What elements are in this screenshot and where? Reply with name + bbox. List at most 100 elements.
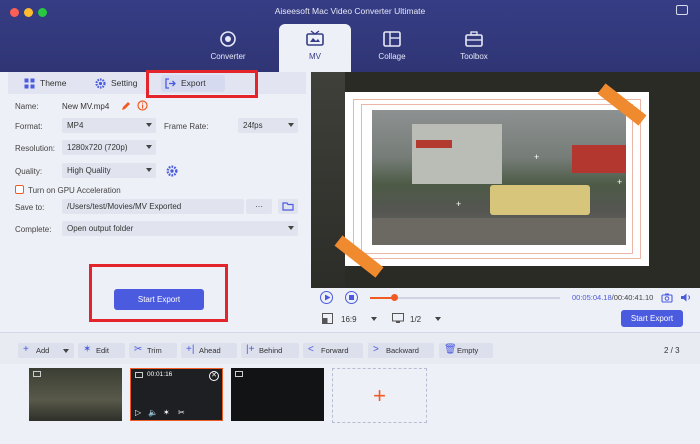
edit-name-icon[interactable] (121, 101, 131, 111)
add-clip-button[interactable]: + (332, 368, 427, 423)
forward-label: Forward (321, 346, 349, 355)
clip-thumbnail-selected[interactable]: 00:01:16 ✕ ▷ 🔈 ✶ ✂ (130, 368, 223, 421)
tab-collage[interactable]: Collage (356, 24, 428, 72)
add-button[interactable]: + Add (18, 343, 74, 358)
behind-button[interactable]: |+ Behind (241, 343, 299, 358)
stop-icon (349, 295, 354, 300)
trim-label: Trim (147, 346, 162, 355)
save-to-path-field[interactable]: /Users/test/Movies/MV Exported (62, 199, 244, 214)
format-value: MP4 (67, 121, 84, 130)
forward-button[interactable]: < Forward (303, 343, 363, 358)
preview-video-frame (372, 110, 626, 245)
time-readout: 00:05:04.18/00:40:41.10 (572, 293, 653, 302)
window-title: Aiseesoft Mac Video Converter Ultimate (274, 6, 426, 16)
preview-start-export-button[interactable]: Start Export (621, 310, 683, 327)
resolution-select[interactable]: 1280x720 (720p) (62, 140, 156, 155)
save-to-path-value: /Users/test/Movies/MV Exported (67, 202, 182, 211)
chevron-down-icon (63, 349, 69, 353)
start-export-highlight (89, 264, 228, 322)
aspect-ratio-dropdown[interactable] (366, 312, 378, 327)
trim-button[interactable]: ✂ Trim (129, 343, 177, 358)
remove-clip-icon[interactable]: ✕ (209, 371, 219, 381)
theme-icon (24, 78, 35, 89)
trash-icon: 🗑 (444, 344, 457, 355)
top-nav-bar: Aiseesoft Mac Video Converter Ultimate C… (0, 0, 700, 72)
edit-button[interactable]: ✶ Edit (78, 343, 125, 358)
plus-sparkle-icon: + (534, 152, 540, 162)
empty-label: Empty (457, 346, 479, 355)
aspect-ratio-value[interactable]: 16:9 (341, 315, 357, 324)
tab-setting-label: Setting (111, 78, 138, 88)
quality-select[interactable]: High Quality (62, 163, 156, 178)
info-icon[interactable] (137, 100, 148, 111)
add-ahead-icon: +| (186, 344, 195, 355)
clip-edit-icon[interactable]: ✶ (163, 408, 170, 417)
stop-button[interactable] (345, 291, 358, 304)
format-label: Format: (15, 122, 43, 131)
monitor-icon (392, 313, 404, 323)
clip-duration: 00:01:16 (147, 371, 173, 378)
chevron-down-icon (435, 317, 441, 321)
yellow-car-shape (490, 185, 590, 215)
tab-setting[interactable]: Setting (91, 75, 151, 92)
tab-mv[interactable]: MV (279, 24, 351, 72)
progress-track[interactable] (370, 297, 560, 299)
behind-label: Behind (259, 346, 283, 355)
backward-label: Backward (386, 346, 419, 355)
split-dropdown[interactable] (430, 312, 442, 327)
clip-volume-icon[interactable]: 🔈 (148, 408, 158, 417)
play-icon (325, 294, 331, 301)
road-shape (372, 218, 626, 245)
name-label: Name: (15, 102, 39, 111)
backward-button[interactable]: > Backward (368, 343, 434, 358)
app-window: Aiseesoft Mac Video Converter Ultimate C… (0, 0, 700, 444)
chevron-down-icon (146, 168, 152, 172)
gpu-acceleration-label: Turn on GPU Acceleration (28, 186, 121, 195)
tab-mv-label: MV (309, 52, 321, 61)
play-button[interactable] (320, 291, 333, 304)
format-select[interactable]: MP4 (62, 118, 156, 133)
open-folder-button[interactable] (278, 199, 298, 214)
scissors-icon: ✂ (134, 344, 143, 355)
split-value[interactable]: 1/2 (410, 315, 421, 324)
chevron-down-icon (371, 317, 377, 321)
tab-converter-label: Converter (210, 52, 246, 61)
browse-more-button[interactable]: ··· (246, 199, 272, 214)
clip-play-icon[interactable]: ▷ (135, 408, 141, 417)
more-dots-icon: ··· (255, 202, 263, 211)
feedback-icon[interactable] (676, 5, 688, 15)
chevron-down-icon (288, 226, 294, 230)
storefront-sign (416, 140, 452, 148)
mv-icon (306, 30, 324, 46)
gpu-acceleration-checkbox[interactable] (15, 185, 24, 194)
complete-action-value: Open output folder (67, 224, 134, 233)
red-truck-shape (572, 145, 626, 173)
converter-icon (220, 31, 236, 47)
complete-action-select[interactable]: Open output folder (62, 221, 298, 236)
snapshot-icon[interactable] (661, 292, 673, 303)
tab-converter[interactable]: Converter (192, 24, 264, 72)
plus-icon: + (373, 383, 386, 408)
frame-rate-select[interactable]: 24fps (238, 118, 298, 133)
volume-icon[interactable] (680, 292, 692, 303)
quality-settings-gear-icon[interactable] (166, 165, 178, 177)
current-time: 00:05:04.18 (572, 293, 612, 302)
ahead-label: Ahead (199, 346, 221, 355)
preview-background (311, 72, 345, 288)
video-file-icon (135, 372, 143, 378)
quality-value: High Quality (67, 166, 111, 175)
clip-thumbnail[interactable] (29, 368, 122, 421)
house-shape (412, 124, 502, 184)
aspect-ratio-icon (322, 313, 333, 324)
collage-icon (383, 31, 401, 47)
magic-wand-icon: ✶ (83, 344, 92, 355)
tab-toolbox-label: Toolbox (460, 52, 488, 61)
ahead-button[interactable]: +| Ahead (181, 343, 237, 358)
empty-button[interactable]: 🗑 Empty (439, 343, 493, 358)
clip-thumbnail[interactable] (231, 368, 324, 421)
tab-toolbox[interactable]: Toolbox (438, 24, 510, 72)
tab-theme[interactable]: Theme (20, 75, 80, 92)
clip-trim-icon[interactable]: ✂ (178, 408, 185, 417)
video-file-icon (33, 371, 41, 377)
folder-icon (282, 202, 294, 211)
